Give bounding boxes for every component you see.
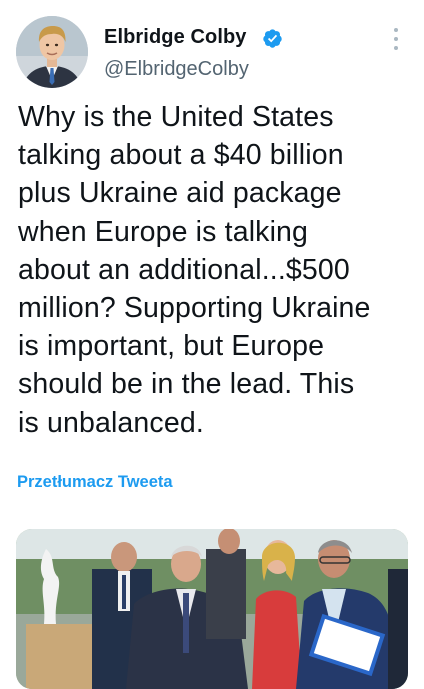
author-avatar[interactable] [16,16,88,88]
translate-tweet-link[interactable]: Przetłumacz Tweeta [17,473,173,492]
dot [394,46,398,50]
verified-badge-icon [263,29,282,48]
dot [394,37,398,41]
more-options-icon[interactable] [388,28,404,50]
author-display-name[interactable]: Elbridge Colby [104,26,247,49]
tweet-text: Why is the United States talking about a… [18,101,371,439]
tweet-media-photo[interactable] [16,529,408,689]
dot [394,28,398,32]
photo-illustration [16,529,408,689]
author-handle[interactable]: @ElbridgeColby [104,58,249,81]
avatar-photo [16,16,88,88]
